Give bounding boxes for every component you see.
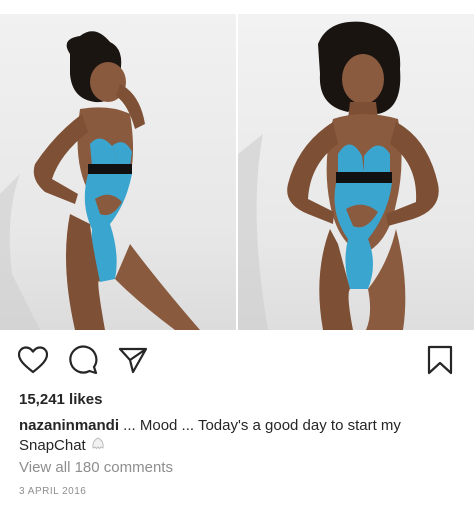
comment-bubble-icon[interactable] bbox=[65, 340, 101, 380]
heart-icon[interactable] bbox=[15, 340, 51, 380]
ghost-emoji-icon bbox=[90, 436, 106, 456]
photo-left-panel bbox=[0, 14, 236, 330]
photo-right-figure bbox=[238, 21, 439, 330]
caption-username[interactable]: nazaninmandi bbox=[19, 417, 119, 434]
post-caption: nazaninmandi ... Mood ... Today's a good… bbox=[19, 416, 459, 456]
view-all-comments-link[interactable]: View all 180 comments bbox=[19, 459, 173, 476]
bookmark-icon[interactable] bbox=[422, 340, 458, 380]
paper-plane-icon[interactable] bbox=[115, 340, 151, 380]
post-date: 3 APRIL 2016 bbox=[19, 486, 87, 497]
post-photo[interactable] bbox=[0, 0, 474, 333]
photo-right-panel bbox=[238, 14, 474, 330]
post-actions-bar bbox=[0, 340, 474, 380]
photo-left-figure bbox=[0, 31, 200, 330]
likes-count[interactable]: 15,241 likes bbox=[19, 391, 102, 408]
